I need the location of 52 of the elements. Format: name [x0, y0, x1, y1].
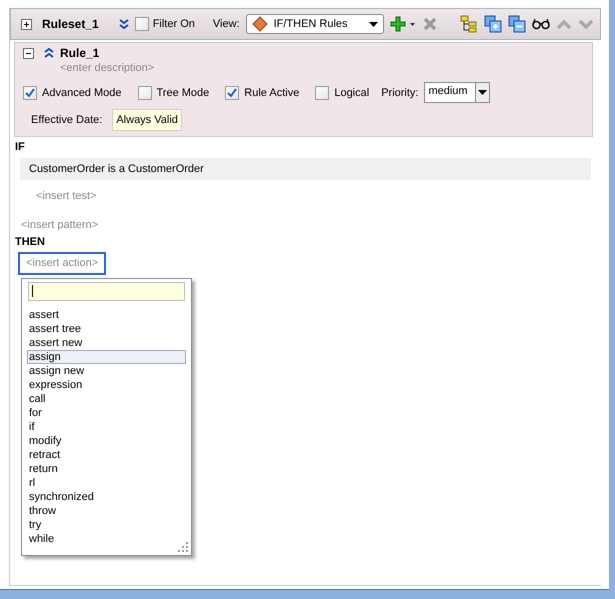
option-checkbox[interactable]: Logical	[315, 86, 370, 100]
insert-test-link[interactable]: <insert test>	[36, 190, 601, 202]
effective-date-field[interactable]: Always Valid	[112, 109, 182, 131]
menu-item[interactable]: expression	[27, 378, 186, 392]
menu-item[interactable]: rl	[27, 476, 186, 490]
menu-item[interactable]: modify	[27, 434, 186, 448]
option-checkbox[interactable]: Rule Active	[225, 86, 300, 100]
expand-icon[interactable]	[21, 18, 32, 30]
menu-item[interactable]: for	[27, 406, 186, 420]
menu-item[interactable]: while	[27, 532, 186, 546]
check-icon	[25, 88, 35, 98]
collapse-icon[interactable]	[23, 48, 34, 58]
dropdown-arrow-icon	[368, 22, 378, 26]
if-heading: IF	[15, 141, 26, 153]
menu-item[interactable]: call	[27, 392, 186, 406]
insert-action-link[interactable]: <insert action>	[18, 252, 106, 275]
menu-item[interactable]: assert tree	[27, 322, 186, 336]
view-dropdown[interactable]: IF/THEN Rules	[246, 14, 384, 34]
dropdown-arrow-icon	[478, 90, 488, 95]
double-chevron-up-icon[interactable]	[44, 47, 54, 59]
menu-item[interactable]: assert new	[27, 336, 186, 350]
search-field[interactable]	[28, 282, 185, 301]
diamond-icon	[252, 16, 268, 32]
menu-item[interactable]: retract	[27, 448, 186, 462]
rule-title: Rule_1	[60, 46, 100, 60]
menu-item[interactable]: assign	[27, 350, 186, 364]
check-icon	[227, 88, 238, 98]
add-icon[interactable]	[390, 16, 416, 32]
menu-item[interactable]: synchronized	[27, 490, 186, 504]
then-heading: THEN	[15, 236, 46, 248]
resize-grip-icon[interactable]	[178, 542, 188, 552]
menu-item[interactable]: assert	[27, 308, 186, 322]
glasses-icon[interactable]	[532, 18, 550, 30]
tree-icon[interactable]	[460, 15, 478, 33]
menu-item[interactable]: throw	[27, 504, 186, 518]
priority-label: Priority:	[381, 86, 418, 98]
ruleset-title: Ruleset_1	[42, 17, 99, 31]
effective-date-label: Effective Date:	[31, 114, 102, 126]
option-checkbox[interactable]: Advanced Mode	[23, 86, 122, 100]
collapse-all-icon[interactable]	[508, 15, 526, 33]
pattern-row[interactable]: CustomerOrder is a CustomerOrder	[20, 158, 591, 180]
menu-item[interactable]: try	[27, 518, 186, 532]
option-checkbox[interactable]: Tree Mode	[138, 86, 210, 100]
priority-dropdown[interactable]: medium	[424, 82, 490, 103]
insert-pattern-link[interactable]: <insert pattern>	[21, 219, 601, 231]
menu-item[interactable]: assign new	[27, 364, 186, 378]
filter-checkbox[interactable]: Filter On	[134, 17, 195, 31]
menu-item[interactable]: if	[27, 420, 186, 434]
expand-all-icon[interactable]	[484, 15, 502, 33]
view-label: View:	[212, 18, 240, 30]
double-chevron-down-icon[interactable]	[118, 18, 129, 30]
menu-item[interactable]: return	[27, 462, 186, 476]
